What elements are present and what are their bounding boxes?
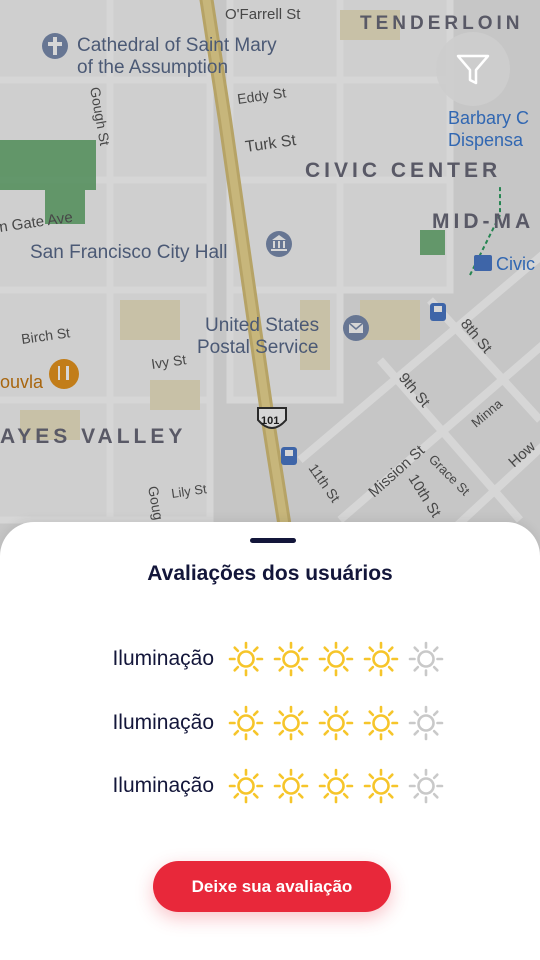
sun-icon[interactable] [227,640,265,678]
restaurant-marker-icon [49,359,79,389]
cathedral-marker-icon [42,33,68,59]
leave-review-button[interactable]: Deixe sua avaliação [153,861,391,912]
rating-row: Iluminação [0,640,540,680]
rating-row: Iluminação [0,767,540,807]
map-label: United States [205,315,319,336]
rating-label: Iluminação [112,647,214,670]
sun-icon[interactable] [317,704,355,742]
rating-label: Iluminação [112,711,214,734]
rating-suns [227,767,452,805]
post-office-marker-icon [343,315,369,341]
sheet-drag-handle[interactable] [250,538,296,543]
map-label: TENDERLOIN [360,13,524,34]
map-label: Civic [496,254,535,274]
rating-suns [227,704,452,742]
map-label: 101 [261,415,279,427]
filter-funnel-icon [456,54,490,85]
map-label: AYES VALLEY [0,425,186,448]
sheet-title: Avaliações dos usuários [147,562,393,585]
rating-row: Iluminação [0,704,540,744]
map-label: MID-MA [432,210,534,233]
map-label: ouvla [0,372,44,392]
sun-icon[interactable] [317,640,355,678]
ratings-bottom-sheet: Avaliações dos usuários Iluminação Ilumi… [0,522,540,960]
sun-icon[interactable] [407,704,445,742]
filter-button[interactable] [436,32,510,106]
map-label: Cathedral of Saint Mary [77,35,277,56]
sun-icon[interactable] [407,640,445,678]
rating-label: Iluminação [112,774,214,797]
sun-icon[interactable] [362,767,400,805]
map-label: CIVIC CENTER [305,159,501,182]
map-label: Barbary C [448,108,529,128]
city-hall-marker-icon [266,231,292,257]
sun-icon[interactable] [407,767,445,805]
map-label: Postal Service [197,337,318,358]
sun-icon[interactable] [362,640,400,678]
sun-icon[interactable] [272,767,310,805]
map-label: of the Assumption [77,57,228,78]
sun-icon[interactable] [227,704,265,742]
sun-icon[interactable] [227,767,265,805]
sun-icon[interactable] [272,704,310,742]
rating-suns [227,640,452,678]
sun-icon[interactable] [272,640,310,678]
map-label: O'Farrell St [225,6,301,23]
map-label: San Francisco City Hall [30,242,227,263]
sun-icon[interactable] [317,767,355,805]
map-label: Dispensa [448,130,524,150]
sun-icon[interactable] [362,704,400,742]
